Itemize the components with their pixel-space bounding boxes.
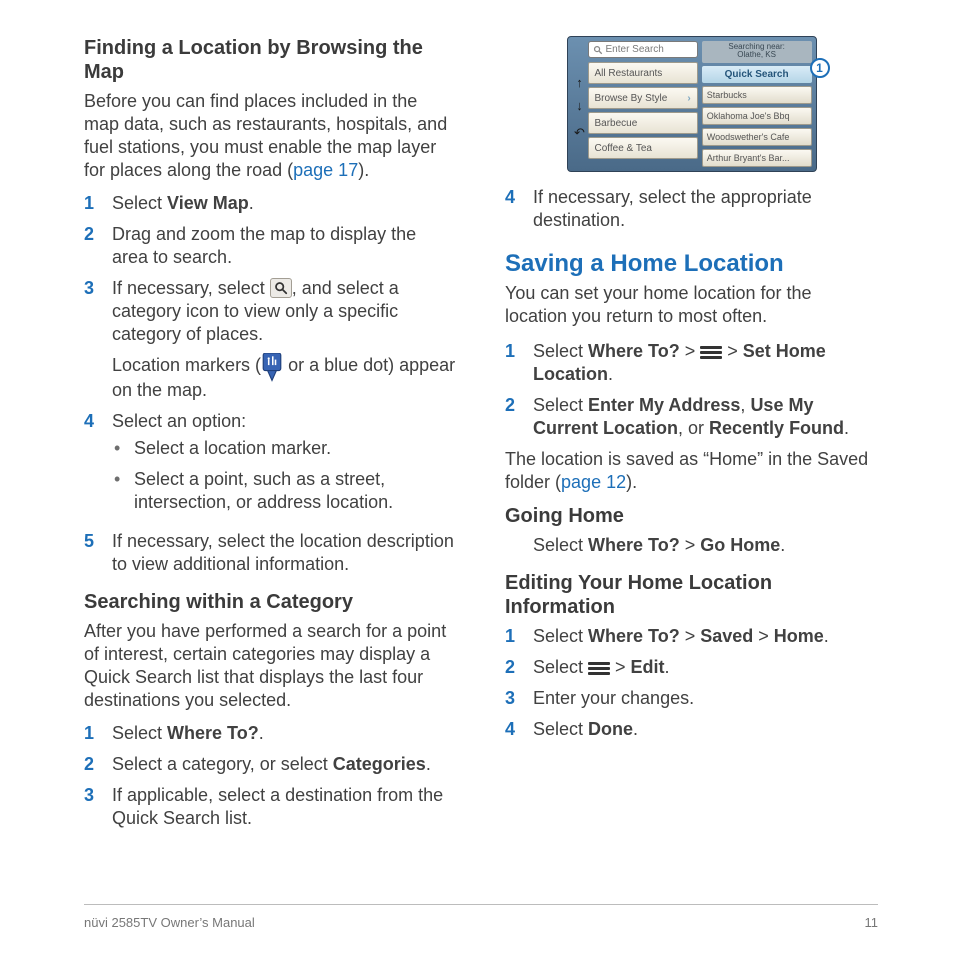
step-3: 3 Enter your changes. xyxy=(505,687,878,710)
device-side-icons: ↑ ↓ ↶ xyxy=(572,41,588,167)
down-arrow-icon: ↓ xyxy=(576,98,583,113)
intro-a: Before you can find places included in t… xyxy=(84,91,447,180)
heading-going-home: Going Home xyxy=(505,504,878,528)
step-number: 1 xyxy=(505,625,519,648)
step-text: If applicable, select a destination from… xyxy=(112,784,457,830)
step-5: 5 If necessary, select the location desc… xyxy=(84,530,457,576)
device-screenshot: ↑ ↓ ↶ Enter Search All Restaurants Brows… xyxy=(567,36,817,172)
heading-saving-home: Saving a Home Location xyxy=(505,250,878,278)
step-number: 3 xyxy=(505,687,519,710)
step-number: 4 xyxy=(505,186,519,209)
step-text: Select a category, or select Categories. xyxy=(112,753,457,776)
back-arrow-icon: ↶ xyxy=(574,125,585,141)
step-text: Select Where To? > > Set Home Location. xyxy=(533,340,878,386)
device-searching-near: Searching near: Olathe, KS xyxy=(702,41,812,63)
steps-continued: 4 If necessary, select the appropriate d… xyxy=(505,186,878,232)
search-icon xyxy=(593,45,603,55)
step-text: Select Done. xyxy=(533,718,878,741)
device-category-row[interactable]: Barbecue xyxy=(588,112,698,134)
step-text: If necessary, select the location descri… xyxy=(112,530,457,576)
step-number: 1 xyxy=(84,192,98,215)
link-page-17[interactable]: page 17 xyxy=(293,160,358,180)
steps-saving-home: 1 Select Where To? > > Set Home Location… xyxy=(505,340,878,440)
link-page-12[interactable]: page 12 xyxy=(561,472,626,492)
menu-icon xyxy=(700,345,722,359)
footer-left: nüvi 2585TV Owner’s Manual xyxy=(84,915,255,930)
device-qs-item[interactable]: Oklahoma Joe's Bbq xyxy=(702,107,812,125)
step-1: 1 Select Where To? > > Set Home Location… xyxy=(505,340,878,386)
left-column: Finding a Location by Browsing the Map B… xyxy=(84,36,457,890)
bullet: Select a location marker. xyxy=(112,437,457,460)
step-number: 1 xyxy=(505,340,519,363)
step-4: 4 Select an option: Select a location ma… xyxy=(84,410,457,522)
step-number: 3 xyxy=(84,277,98,300)
footer-page-number: 11 xyxy=(865,915,879,930)
device-qs-item[interactable]: Arthur Bryant's Bar... xyxy=(702,149,812,167)
menu-icon xyxy=(588,661,610,675)
page: Finding a Location by Browsing the Map B… xyxy=(0,0,954,954)
step-text: Select > Edit. xyxy=(533,656,878,679)
step-number: 4 xyxy=(84,410,98,433)
step-number: 4 xyxy=(505,718,519,741)
step-number: 3 xyxy=(84,784,98,807)
step-text: Select View Map. xyxy=(112,192,457,215)
device-quick-search-header: Quick Search 1 xyxy=(702,66,812,83)
step-text: Select Where To?. xyxy=(112,722,457,745)
steps-searching: 1 Select Where To?. 2 Select a category,… xyxy=(84,722,457,830)
steps-finding: 1 Select View Map. 2 Drag and zoom the m… xyxy=(84,192,457,576)
device-category-row[interactable]: Browse By Style› xyxy=(588,87,698,109)
up-arrow-icon: ↑ xyxy=(576,75,583,90)
step-text: Select an option: Select a location mark… xyxy=(112,410,457,522)
callout-1: 1 xyxy=(810,58,830,78)
step-3: 3 If applicable, select a destination fr… xyxy=(84,784,457,830)
device-qs-item[interactable]: Woodswether's Cafe xyxy=(702,128,812,146)
step-number: 5 xyxy=(84,530,98,553)
step-4: 4 Select Done. xyxy=(505,718,878,741)
s2-intro: After you have performed a search for a … xyxy=(84,620,457,712)
device-search-input[interactable]: Enter Search xyxy=(588,41,698,58)
chevron-right-icon: › xyxy=(687,93,690,104)
steps-editing-home: 1 Select Where To? > Saved > Home. 2 Sel… xyxy=(505,625,878,741)
step-2: 2 Select Enter My Address, Use My Curren… xyxy=(505,394,878,440)
step-text: Select Enter My Address, Use My Current … xyxy=(533,394,878,440)
step-text: Enter your changes. xyxy=(533,687,878,710)
step-number: 2 xyxy=(84,223,98,246)
going-home-line: Select Where To? > Go Home. xyxy=(533,534,878,557)
device-category-row[interactable]: Coffee & Tea xyxy=(588,137,698,159)
intro-paragraph: Before you can find places included in t… xyxy=(84,90,457,182)
step-2: 2 Select a category, or select Categorie… xyxy=(84,753,457,776)
heading-editing-home: Editing Your Home Location Information xyxy=(505,571,878,619)
marker-icon xyxy=(261,356,283,380)
step-2: 2 Drag and zoom the map to display the a… xyxy=(84,223,457,269)
step-3: 3 If necessary, select , and select a ca… xyxy=(84,277,457,401)
step-3-continue: Location markers ( or a blue dot) appear… xyxy=(112,354,457,401)
footer: nüvi 2585TV Owner’s Manual 11 xyxy=(84,904,878,930)
right-column: ↑ ↓ ↶ Enter Search All Restaurants Brows… xyxy=(505,36,878,890)
step-4-options: Select a location marker. Select a point… xyxy=(112,437,457,514)
step-2: 2 Select > Edit. xyxy=(505,656,878,679)
step-number: 2 xyxy=(505,394,519,417)
step-1: 1 Select View Map. xyxy=(84,192,457,215)
h2-after: The location is saved as “Home” in the S… xyxy=(505,448,878,494)
step-1: 1 Select Where To?. xyxy=(84,722,457,745)
device-category-row[interactable]: All Restaurants xyxy=(588,62,698,84)
search-icon xyxy=(270,278,292,298)
heading-finding-location: Finding a Location by Browsing the Map xyxy=(84,36,457,84)
step-number: 1 xyxy=(84,722,98,745)
device-qs-item[interactable]: Starbucks xyxy=(702,86,812,104)
step-number: 2 xyxy=(505,656,519,679)
intro-b: ). xyxy=(358,160,369,180)
step-1: 1 Select Where To? > Saved > Home. xyxy=(505,625,878,648)
h2-intro: You can set your home location for the l… xyxy=(505,282,878,328)
step-text: If necessary, select the appropriate des… xyxy=(533,186,878,232)
bullet: Select a point, such as a street, inters… xyxy=(112,468,457,514)
step-4-right: 4 If necessary, select the appropriate d… xyxy=(505,186,878,232)
step-number: 2 xyxy=(84,753,98,776)
step-text: If necessary, select , and select a cate… xyxy=(112,277,457,401)
step-text: Select Where To? > Saved > Home. xyxy=(533,625,878,648)
step-text: Drag and zoom the map to display the are… xyxy=(112,223,457,269)
heading-searching-category: Searching within a Category xyxy=(84,590,457,614)
columns: Finding a Location by Browsing the Map B… xyxy=(84,36,878,890)
